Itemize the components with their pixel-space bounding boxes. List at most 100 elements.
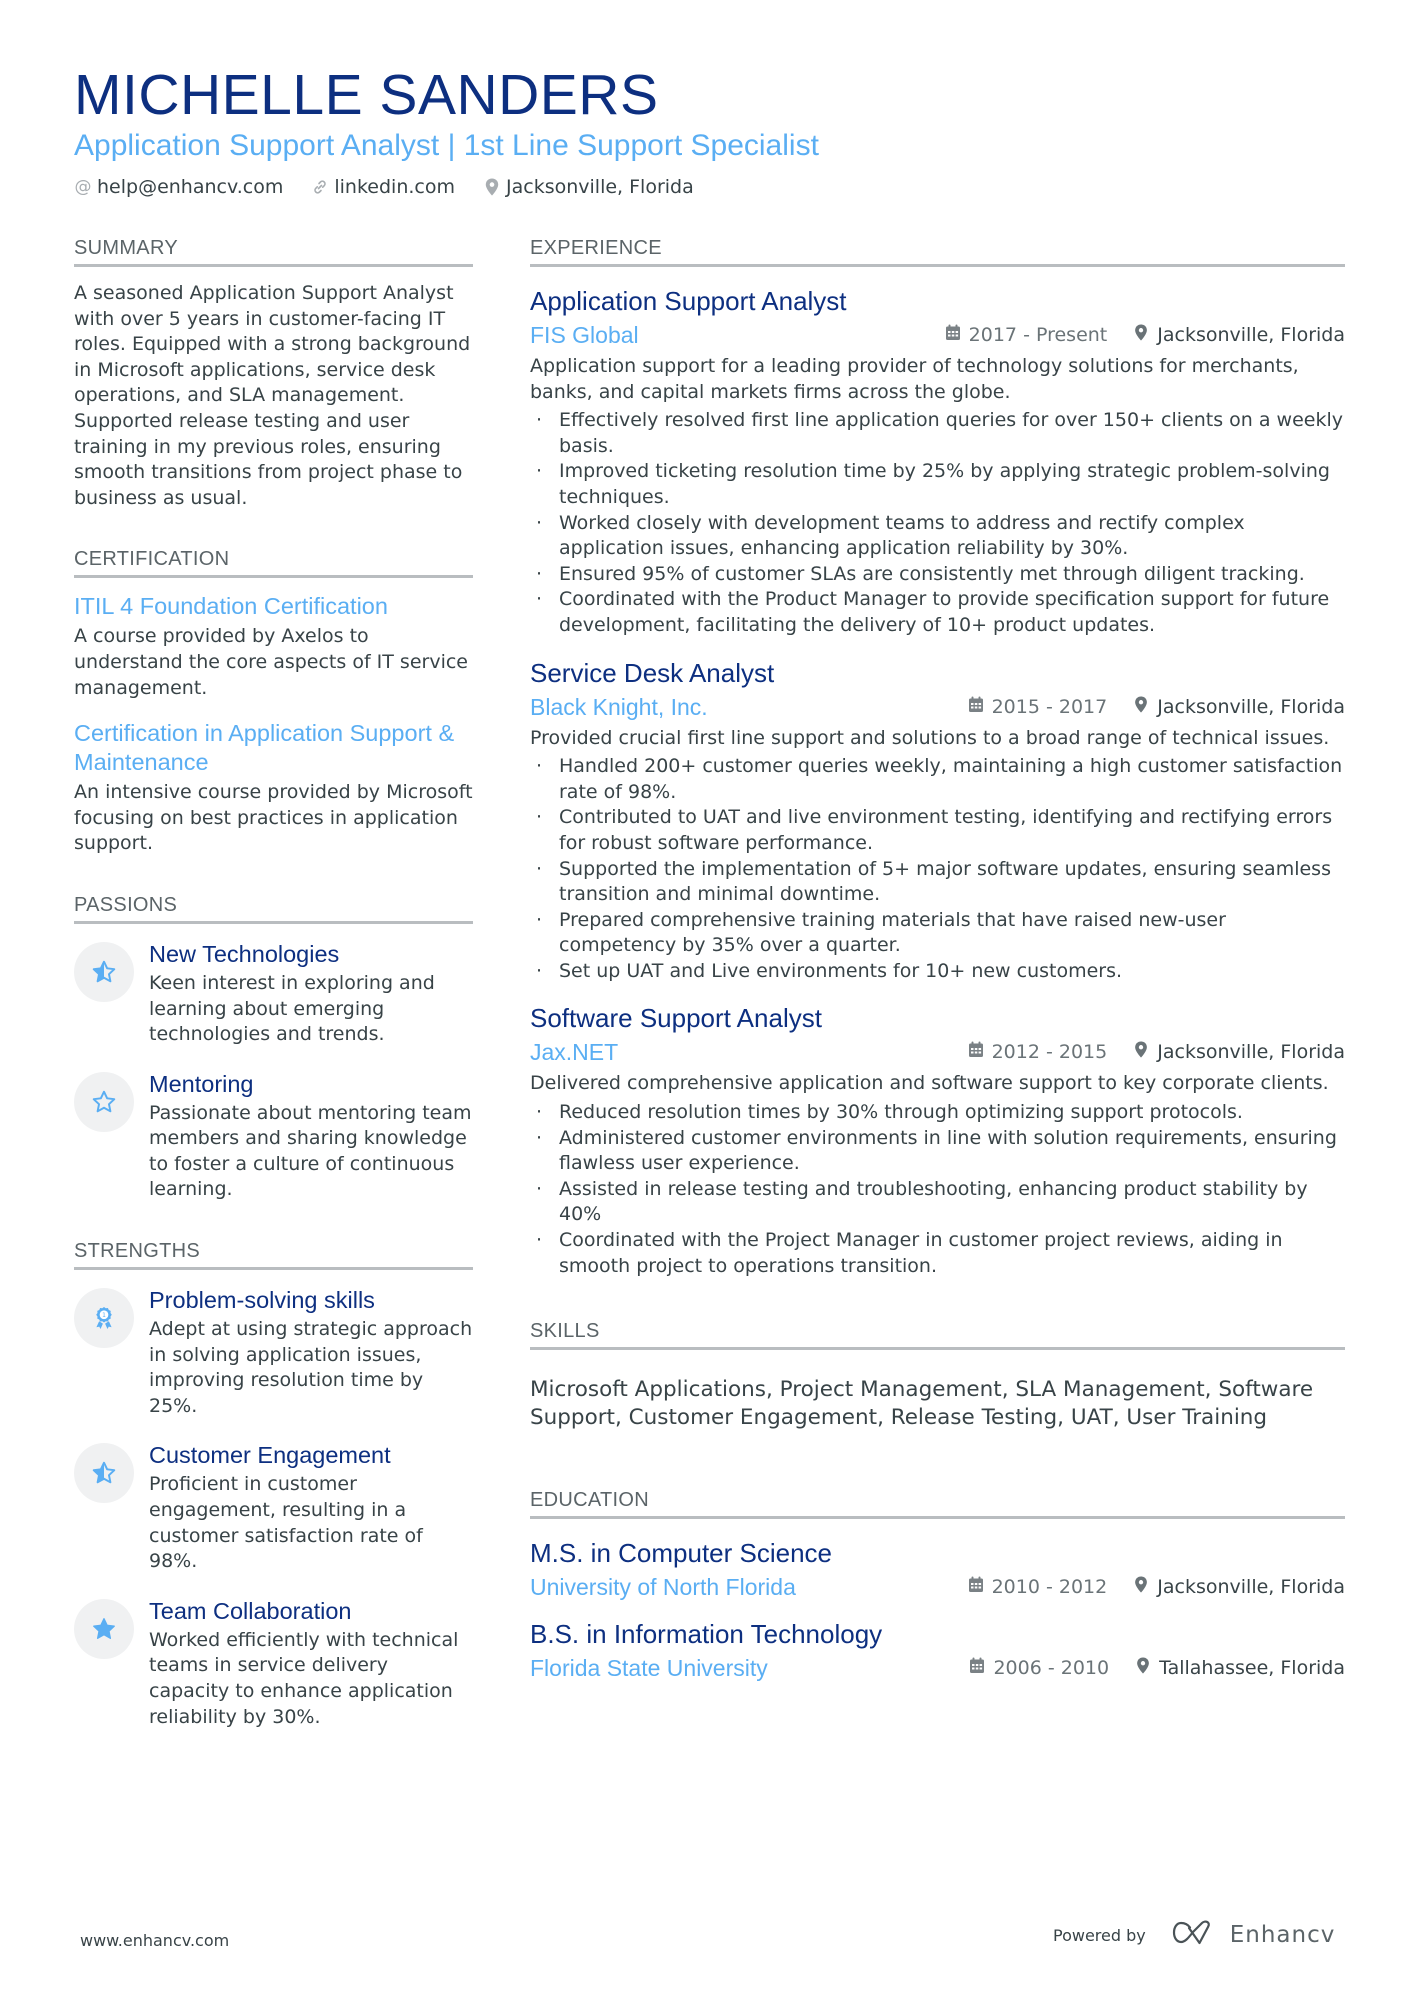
strengths-heading: STRENGTHS — [74, 1239, 473, 1271]
job-bullet: Reduced resolution times by 30% through … — [530, 1100, 1345, 1126]
contact-location-text: Jacksonville, Florida — [506, 176, 694, 198]
job-bullets: Effectively resolved first line applicat… — [530, 408, 1345, 638]
certification-item: ITIL 4 Foundation Certification A course… — [74, 592, 473, 701]
certification-desc: An intensive course provided by Microsof… — [74, 781, 473, 855]
strength-title: Problem-solving skills — [149, 1287, 375, 1314]
job-bullet: Improved ticketing resolution time by 25… — [530, 459, 1345, 510]
job-bullet: Handled 200+ customer queries weekly, ma… — [530, 754, 1345, 805]
job-location: Jacksonville, Florida — [1157, 324, 1345, 346]
school-name: University of North Florida — [530, 1574, 796, 1601]
svg-text:1: 1 — [102, 1312, 106, 1319]
calendar-icon — [945, 324, 961, 346]
job-bullet: Supported the implementation of 5+ major… — [530, 857, 1345, 908]
location-pin-icon — [1135, 1657, 1151, 1679]
location-pin-icon — [483, 178, 501, 196]
medal-icon: 1 — [74, 1288, 134, 1349]
star-outline-icon — [74, 1071, 134, 1132]
location-pin-icon — [1133, 1041, 1149, 1063]
summary-heading: SUMMARY — [74, 236, 473, 267]
job-description: Delivered comprehensive application and … — [530, 1072, 1329, 1095]
certification-desc: A course provided by Axelos to understan… — [74, 625, 468, 699]
right-column: EXPERIENCE Application Support Analyst F… — [530, 236, 1345, 1683]
passion-title: Mentoring — [149, 1070, 254, 1097]
location-pin-icon — [1133, 324, 1149, 346]
footer-website[interactable]: www.enhancv.com — [80, 1931, 229, 1950]
certification-title: Certification in Application Support & M… — [74, 720, 455, 776]
contact-linkedin[interactable]: linkedin.com — [311, 176, 455, 198]
location-pin-icon — [1133, 696, 1149, 718]
education-location: Tallahassee, Florida — [1159, 1657, 1345, 1680]
calendar-icon — [968, 1576, 984, 1598]
certification-title: ITIL 4 Foundation Certification — [74, 593, 388, 620]
job-bullet: Effectively resolved first line applicat… — [530, 408, 1345, 459]
left-column: SUMMARY A seasoned Application Support A… — [74, 236, 473, 1760]
job-bullet: Coordinated with the Product Manager to … — [530, 587, 1345, 638]
degree-title: M.S. in Computer Science — [530, 1538, 833, 1569]
at-icon: @ — [74, 177, 92, 197]
job-title: Application Support Analyst — [530, 286, 847, 316]
education-entry: M.S. in Computer Science University of N… — [530, 1537, 1345, 1602]
half-star-icon — [74, 941, 134, 1002]
passion-desc: Keen interest in exploring and learning … — [149, 971, 435, 1046]
experience-heading: EXPERIENCE — [530, 236, 1345, 267]
contact-email[interactable]: @ help@enhancv.com — [74, 176, 284, 198]
job-title: Service Desk Analyst — [530, 657, 775, 688]
job-bullet: Contributed to UAT and live environment … — [530, 805, 1345, 856]
job-dates: 2017 - Present — [968, 324, 1108, 346]
experience-entry: Service Desk Analyst Black Knight, Inc. … — [530, 657, 1345, 985]
enhancv-brand: Enhancv — [1229, 1922, 1336, 1948]
company-name: Black Knight, Inc. — [530, 693, 708, 720]
job-description: Application support for a leading provid… — [530, 355, 1299, 403]
job-bullet: Set up UAT and Live environments for 10+… — [530, 959, 1345, 985]
experience-section: EXPERIENCE Application Support Analyst F… — [530, 236, 1345, 1279]
summary-text: A seasoned Application Support Analyst w… — [74, 282, 471, 509]
education-dates: 2006 - 2010 — [993, 1657, 1110, 1680]
degree-title: B.S. in Information Technology — [530, 1619, 883, 1650]
contact-location: Jacksonville, Florida — [483, 176, 694, 198]
calendar-icon — [968, 696, 984, 718]
strength-item: Team Collaboration Worked efficiently wi… — [74, 1597, 473, 1730]
contact-row: @ help@enhancv.com linkedin.com Jacksonv… — [74, 176, 1344, 198]
resume-header: MICHELLE SANDERS Application Support Ana… — [74, 62, 1344, 198]
contact-linkedin-text[interactable]: linkedin.com — [334, 176, 455, 198]
calendar-icon — [969, 1657, 985, 1679]
job-bullets: Handled 200+ customer queries weekly, ma… — [530, 754, 1345, 984]
education-location: Jacksonville, Florida — [1157, 1576, 1345, 1599]
passions-heading: PASSIONS — [74, 893, 473, 924]
job-bullet: Assisted in release testing and troubles… — [530, 1177, 1345, 1228]
company-name: FIS Global — [530, 322, 639, 348]
strength-desc: Adept at using strategic approach in sol… — [149, 1318, 473, 1417]
job-bullet: Worked closely with development teams to… — [530, 511, 1345, 562]
skills-heading: SKILLS — [530, 1319, 1345, 1351]
job-description: Provided crucial first line support and … — [530, 726, 1330, 749]
footer-branding: Powered by Enhancv — [1053, 1920, 1335, 1950]
link-icon — [311, 179, 329, 195]
star-filled-icon — [74, 1598, 134, 1659]
job-bullet: Coordinated with the Project Manager in … — [530, 1228, 1345, 1279]
passion-title: New Technologies — [149, 940, 340, 967]
strength-title: Customer Engagement — [149, 1442, 391, 1469]
strength-item: 1 Problem-solving skills Adept at using … — [74, 1286, 473, 1419]
passions-section: PASSIONS New Technologies Keen interest … — [74, 893, 473, 1203]
experience-entry: Application Support Analyst FIS Global 2… — [530, 285, 1345, 639]
candidate-role: Application Support Analyst | 1st Line S… — [74, 129, 819, 162]
enhancv-logo-icon — [1172, 1920, 1220, 1950]
education-section: EDUCATION M.S. in Computer Science Unive… — [530, 1488, 1345, 1683]
candidate-name: MICHELLE SANDERS — [74, 63, 659, 127]
education-dates: 2010 - 2012 — [991, 1576, 1108, 1599]
skills-section: SKILLS Microsoft Applications, Project M… — [530, 1319, 1345, 1432]
job-dates: 2012 - 2015 — [991, 1041, 1108, 1064]
company-name: Jax.NET — [530, 1039, 619, 1066]
school-name: Florida State University — [530, 1655, 768, 1682]
job-title: Software Support Analyst — [530, 1003, 822, 1034]
job-bullets: Reduced resolution times by 30% through … — [530, 1100, 1345, 1279]
resume-page: MICHELLE SANDERS Application Support Ana… — [0, 0, 1410, 1995]
certification-section: CERTIFICATION ITIL 4 Foundation Certific… — [74, 547, 473, 857]
strengths-section: STRENGTHS 1 Problem-solving skills Adept… — [74, 1239, 473, 1730]
contact-email-text[interactable]: help@enhancv.com — [97, 176, 283, 198]
skills-list: Microsoft Applications, Project Manageme… — [530, 1377, 1314, 1431]
passion-item: New Technologies Keen interest in explor… — [74, 940, 473, 1048]
experience-entry: Software Support Analyst Jax.NET 2012 - … — [530, 1002, 1345, 1279]
location-pin-icon — [1133, 1576, 1149, 1598]
job-dates: 2015 - 2017 — [991, 695, 1108, 718]
